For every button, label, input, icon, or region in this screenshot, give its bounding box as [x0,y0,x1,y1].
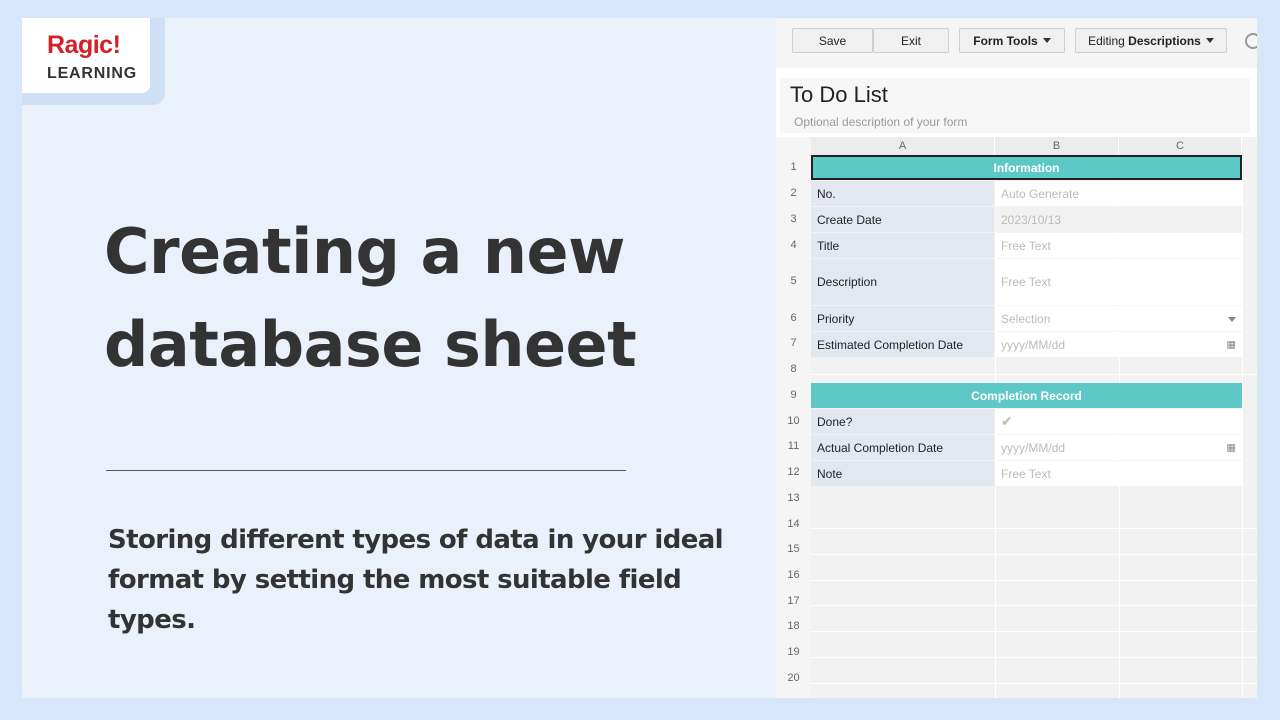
row-number: 11 [787,440,800,452]
field-value-note[interactable]: Free Text [995,461,1242,486]
row-separator [811,580,1257,581]
row-number: 19 [787,646,800,658]
divider [106,470,626,471]
sheet-grid: A B C 1 2 3 4 5 6 7 8 9 10 11 12 13 14 1… [776,137,1257,698]
checkmark-icon[interactable]: ✔ [1001,413,1013,430]
calendar-icon[interactable]: ▦ [1227,442,1236,453]
row-number: 4 [790,239,797,251]
section-header-completion-record[interactable]: Completion Record [811,383,1242,408]
row-number: 14 [787,518,800,530]
row-number: 9 [790,389,797,401]
row-separator [811,683,1257,684]
field-value-no[interactable]: Auto Generate [995,181,1242,206]
field-label-done[interactable]: Done? [811,409,994,434]
row-number: 2 [790,187,797,199]
row-separator [811,631,1257,632]
logo-brand: Ragic! [47,31,121,59]
field-value-title[interactable]: Free Text [995,233,1242,258]
editing-value: Descriptions [1128,33,1201,48]
column-header-b[interactable]: B [995,137,1119,155]
field-label-description[interactable]: Description [811,259,994,305]
calendar-icon[interactable]: ▦ [1227,339,1236,350]
grid-divider [1242,155,1243,698]
row-separator [811,657,1257,658]
logo-subtitle: LEARNING [47,65,137,82]
form-tools-label: Form Tools [973,33,1038,48]
row-number: 13 [787,492,800,504]
field-label-estimated-completion-date[interactable]: Estimated Completion Date [811,332,994,357]
field-label-priority[interactable]: Priority [811,306,994,331]
row-number: 12 [787,466,800,478]
form-description[interactable]: Optional description of your form [794,115,967,129]
logo: Ragic! LEARNING [22,18,150,93]
field-value-priority[interactable]: Selection [995,306,1242,331]
field-label-note[interactable]: Note [811,461,994,486]
field-value-actual-completion-date[interactable]: yyyy/MM/dd ▦ [995,435,1242,460]
section-header-information[interactable]: Information [811,155,1242,180]
sheet-panel: Save Exit Form Tools Editing Description… [776,18,1257,698]
row-separator [811,554,1257,555]
field-label-actual-completion-date[interactable]: Actual Completion Date [811,435,994,460]
row-separator [811,528,1257,529]
column-header-a[interactable]: A [811,137,995,155]
chevron-down-icon [1042,38,1051,43]
editing-prefix: Editing [1088,33,1125,48]
subtitle: Storing different types of data in your … [108,520,768,640]
form-title[interactable]: To Do List [790,82,888,108]
page-title: Creating a new database sheet [104,205,744,391]
row-separator [811,605,1257,606]
date-placeholder: yyyy/MM/dd [1001,337,1066,352]
save-label: Save [818,33,847,48]
row-number: 6 [790,312,797,324]
priority-placeholder: Selection [1001,311,1051,326]
field-label-title[interactable]: Title [811,233,994,258]
date-placeholder: yyyy/MM/dd [1001,440,1066,455]
chevron-down-icon[interactable] [1228,316,1236,322]
subtitle-line-1: Storing different types of data in your … [108,525,724,555]
field-label-create-date[interactable]: Create Date [811,207,994,232]
field-value-estimated-completion-date[interactable]: yyyy/MM/dd ▦ [995,332,1242,357]
row-number: 18 [787,620,800,632]
form-tools-button[interactable]: Form Tools [959,28,1065,53]
row-number: 3 [790,213,797,225]
column-header-c[interactable]: C [1119,137,1242,155]
exit-button[interactable]: Exit [873,28,949,53]
subtitle-line-2: format by setting the most suitable fiel… [108,565,682,635]
row-number: 17 [787,595,800,607]
row-number: 7 [790,337,797,349]
row-number: 16 [787,569,800,581]
row-separator [811,374,1257,375]
field-label-no[interactable]: No. [811,181,994,206]
exit-label: Exit [900,33,921,48]
row-number: 20 [787,672,800,684]
field-value-done[interactable]: ✔ [995,409,1242,434]
chevron-down-icon [1205,38,1214,43]
row-number: 1 [790,161,797,173]
title-line-2: database sheet [104,308,637,381]
field-value-description[interactable]: Free Text [995,259,1242,305]
row-number: 5 [790,275,797,287]
editing-mode-dropdown[interactable]: Editing Descriptions [1075,28,1227,53]
save-button[interactable]: Save [792,28,873,53]
toolbar: Save Exit Form Tools Editing Description… [776,18,1257,68]
field-value-create-date[interactable]: 2023/10/13 [995,207,1242,232]
row-number: 15 [787,543,800,555]
row-number: 8 [790,363,797,375]
section-label: Information [993,160,1060,175]
title-line-1: Creating a new [104,215,625,288]
section-label: Completion Record [971,388,1082,403]
row-number: 10 [787,415,800,427]
search-circle-icon[interactable] [1245,33,1257,49]
